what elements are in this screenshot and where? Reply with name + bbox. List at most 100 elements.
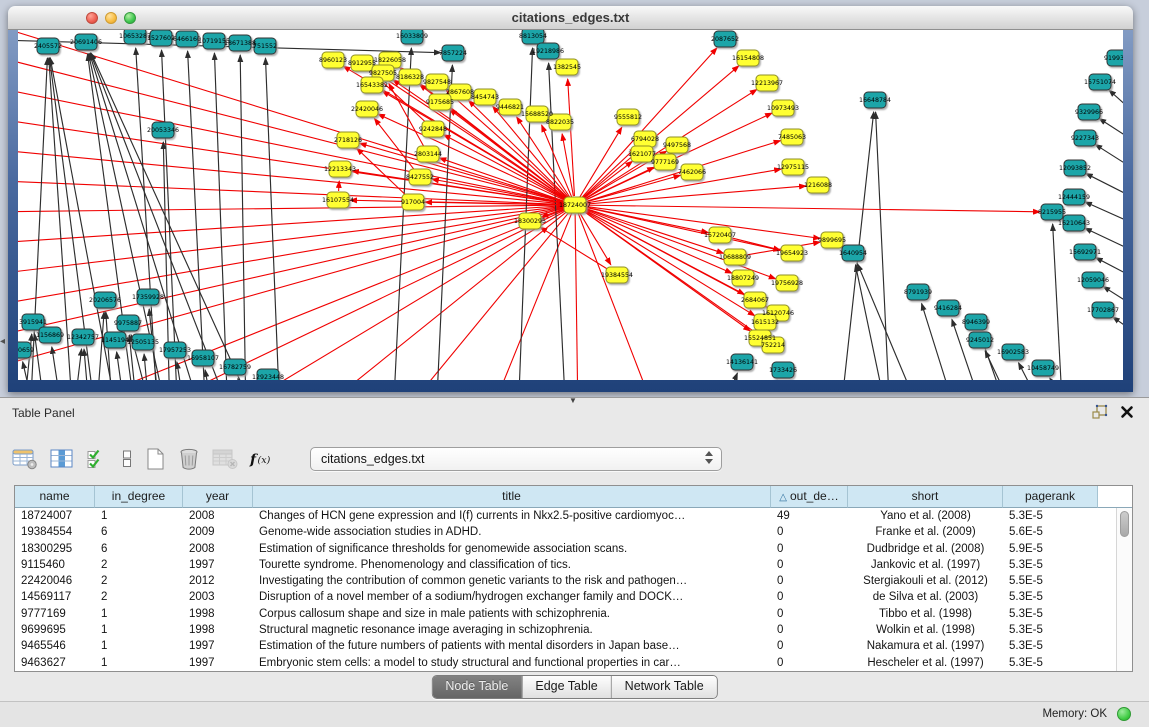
graph-node[interactable] xyxy=(351,55,373,71)
table-cell[interactable]: 18300295 xyxy=(15,541,95,557)
graph-node[interactable] xyxy=(75,34,97,50)
table-cell[interactable]: Hescheler et al. (1997) xyxy=(848,655,1003,671)
table-cell[interactable]: 5.3E-5 xyxy=(1003,622,1098,638)
table-cell[interactable]: 1 xyxy=(95,606,183,622)
graph-node[interactable] xyxy=(744,292,766,308)
table-row[interactable]: 2242004622012Investigating the contribut… xyxy=(15,573,1116,589)
graph-node[interactable] xyxy=(137,289,159,305)
graph-node[interactable] xyxy=(39,327,61,343)
graph-edge[interactable] xyxy=(1085,202,1123,230)
graph-node[interactable] xyxy=(72,329,94,345)
graph-node[interactable] xyxy=(782,159,804,175)
graph-node[interactable] xyxy=(402,194,424,210)
table-cell[interactable]: 2012 xyxy=(183,573,253,589)
graph-node[interactable] xyxy=(631,146,653,162)
graph-edge[interactable] xyxy=(876,112,890,380)
table-cell[interactable]: 5.3E-5 xyxy=(1003,638,1098,654)
table-cell[interactable]: Nakamura et al. (1997) xyxy=(848,638,1003,654)
table-cell[interactable]: 1997 xyxy=(183,655,253,671)
table-cell[interactable]: Tourette syndrome. Phenomenology and cla… xyxy=(253,557,771,573)
graph-node[interactable] xyxy=(937,300,959,316)
graph-node[interactable] xyxy=(519,213,541,229)
table-cell[interactable]: 49 xyxy=(771,508,848,524)
table-cell[interactable]: 1 xyxy=(95,622,183,638)
table-cell[interactable]: 9777169 xyxy=(15,606,95,622)
graph-node[interactable] xyxy=(907,284,929,300)
network-canvas[interactable]: 1872400789601238912955182260589827505165… xyxy=(18,30,1123,380)
graph-node[interactable] xyxy=(322,52,344,68)
graph-node[interactable] xyxy=(526,106,548,122)
graph-node[interactable] xyxy=(224,359,246,375)
graph-node[interactable] xyxy=(409,169,431,185)
graph-node[interactable] xyxy=(1074,130,1096,146)
table-cell[interactable]: 0 xyxy=(771,638,848,654)
table-row[interactable]: 1938455462009Genome-wide association stu… xyxy=(15,524,1116,540)
graph-node[interactable] xyxy=(117,315,139,331)
graph-edge[interactable] xyxy=(188,51,206,380)
graph-node[interactable] xyxy=(337,132,359,148)
graph-edge[interactable] xyxy=(540,227,609,270)
column-header-in_degree[interactable]: in_degree xyxy=(95,486,183,508)
graph-node[interactable] xyxy=(781,245,803,261)
graph-edge[interactable] xyxy=(117,352,126,380)
table-cell[interactable]: 1 xyxy=(95,638,183,654)
table-cell[interactable]: 9463627 xyxy=(15,655,95,671)
graph-node[interactable] xyxy=(864,92,886,108)
graph-node[interactable] xyxy=(442,45,464,61)
graph-node[interactable] xyxy=(124,30,146,44)
graph-node[interactable] xyxy=(762,337,784,353)
column-header-pagerank[interactable]: pagerank xyxy=(1003,486,1098,508)
graph-node[interactable] xyxy=(1082,272,1104,288)
graph-node[interactable] xyxy=(150,30,172,46)
graph-node[interactable] xyxy=(426,74,448,90)
table-cell[interactable]: de Silva et al. (2003) xyxy=(848,589,1003,605)
graph-edge[interactable] xyxy=(18,180,566,205)
table-row[interactable]: 946362711997Embryonic stem cells: a mode… xyxy=(15,655,1116,671)
graph-node[interactable] xyxy=(1032,360,1054,376)
graph-node[interactable] xyxy=(94,292,116,308)
table-cell[interactable]: Jankovic et al. (1997) xyxy=(848,557,1003,573)
column-header-out_de[interactable]: △out_de… xyxy=(771,486,848,508)
graph-node[interactable] xyxy=(606,267,628,283)
table-cell[interactable]: 6 xyxy=(95,541,183,557)
graph-node[interactable] xyxy=(18,342,31,358)
graph-node[interactable] xyxy=(329,161,351,177)
table-cell[interactable]: 0 xyxy=(771,622,848,638)
table-cell[interactable]: 9699695 xyxy=(15,622,95,638)
graph-node[interactable] xyxy=(821,232,843,248)
graph-node[interactable] xyxy=(969,332,991,348)
graph-node[interactable] xyxy=(754,314,776,330)
table-cell[interactable]: 2003 xyxy=(183,589,253,605)
graph-node[interactable] xyxy=(842,245,864,261)
graph-node[interactable] xyxy=(776,275,798,291)
table-cell[interactable]: 6 xyxy=(95,524,183,540)
collapse-panel-arrow-icon[interactable]: ◂ xyxy=(0,336,5,347)
graph-edge[interactable] xyxy=(584,186,806,204)
row-height-icon[interactable] xyxy=(121,448,133,470)
graph-node[interactable] xyxy=(732,270,754,286)
column-header-name[interactable]: name xyxy=(15,486,95,508)
graph-edge[interactable] xyxy=(265,58,280,380)
graph-node[interactable] xyxy=(781,129,803,145)
table-cell[interactable]: Structural magnetic resonance image aver… xyxy=(253,622,771,638)
table-cell[interactable]: 19384554 xyxy=(15,524,95,540)
table-cell[interactable]: 18724007 xyxy=(15,508,95,524)
table-row[interactable]: 911546021997Tourette syndrome. Phenomeno… xyxy=(15,557,1116,573)
graph-node[interactable] xyxy=(772,100,794,116)
table-cell[interactable]: 1997 xyxy=(183,557,253,573)
graph-node[interactable] xyxy=(361,77,383,93)
graph-edge[interactable] xyxy=(18,207,566,340)
table-cell[interactable]: Genome-wide association studies in ADHD. xyxy=(253,524,771,540)
graph-node[interactable] xyxy=(714,31,736,47)
table-cell[interactable]: Dudbridge et al. (2008) xyxy=(848,541,1003,557)
graph-node[interactable] xyxy=(1064,160,1086,176)
table-cell[interactable]: 5.3E-5 xyxy=(1003,557,1098,573)
graph-node[interactable] xyxy=(549,114,571,130)
table-cell[interactable]: 14569117 xyxy=(15,589,95,605)
graph-edge[interactable] xyxy=(360,143,567,202)
graph-edge[interactable] xyxy=(568,79,575,196)
graph-node[interactable] xyxy=(132,334,154,350)
graph-edge[interactable] xyxy=(582,66,739,199)
graph-node[interactable] xyxy=(1092,302,1114,318)
graph-node[interactable] xyxy=(474,89,496,105)
